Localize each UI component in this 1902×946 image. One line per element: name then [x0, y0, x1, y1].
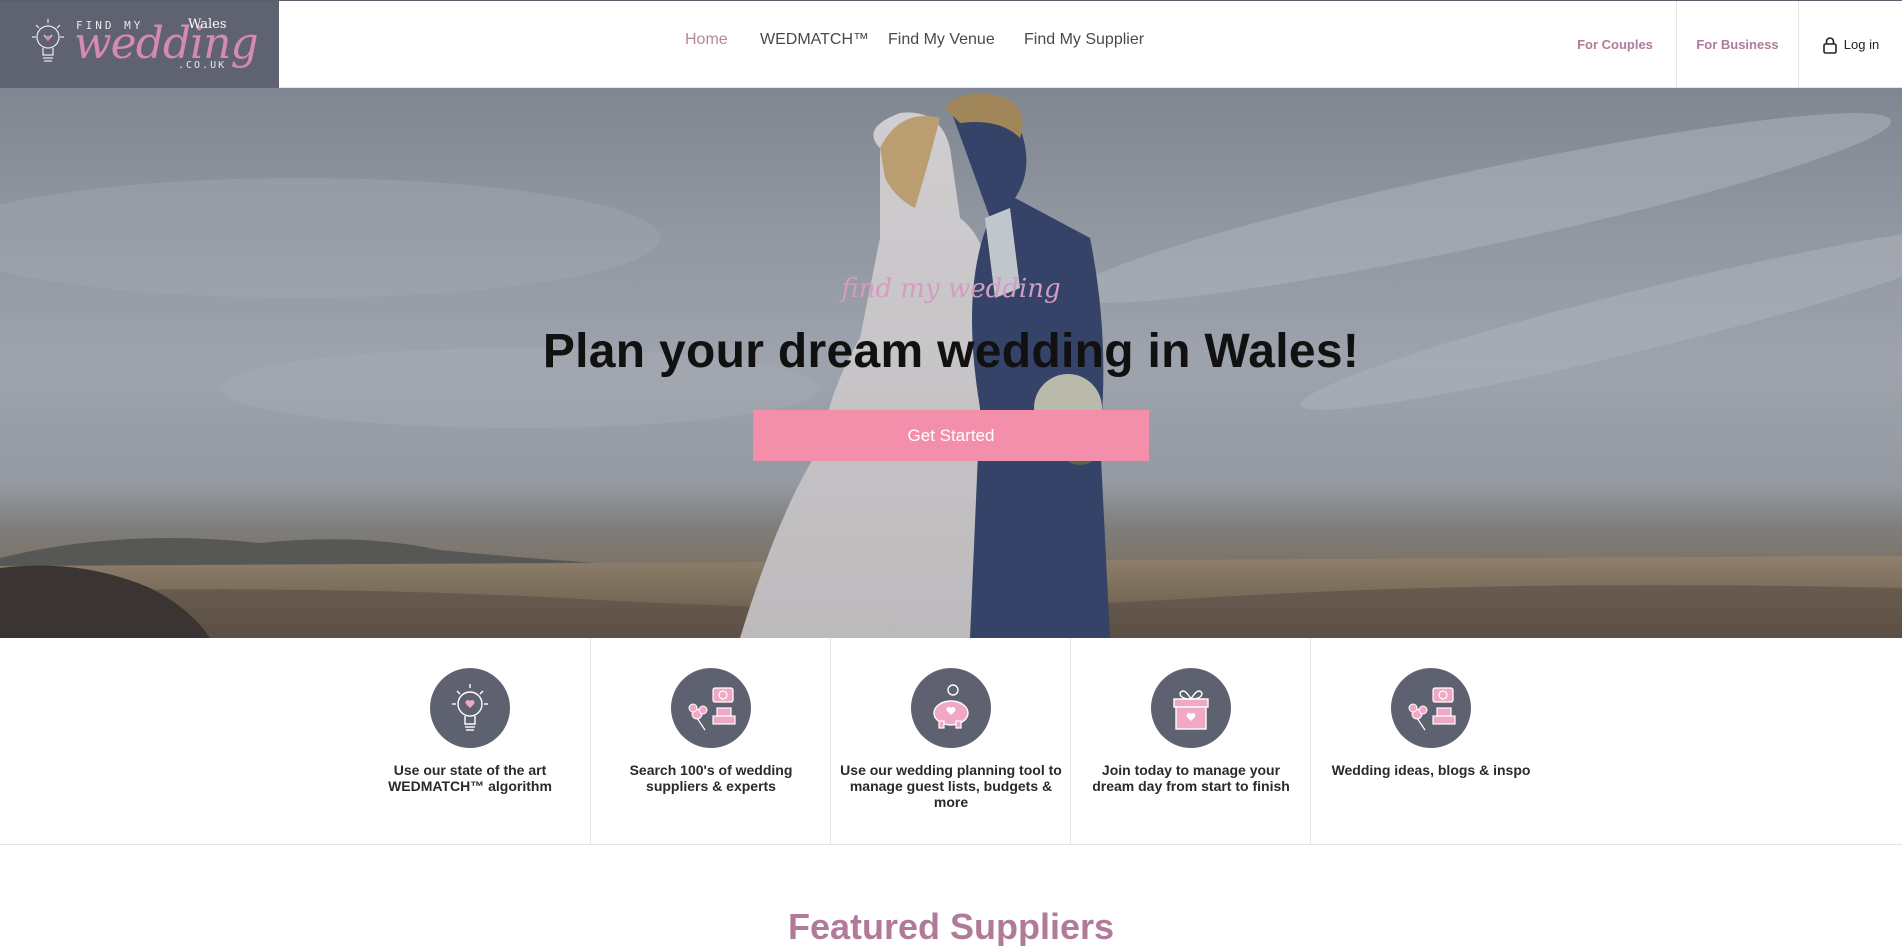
camera-cake-icon [1391, 668, 1471, 748]
site-header: FIND MY wedding Wales .CO.UK Home WEDMAT… [0, 0, 1902, 88]
gift-icon [1151, 668, 1231, 748]
hero-script-tagline: find my wedding [841, 274, 1061, 304]
login-button[interactable]: Log in [1798, 1, 1902, 88]
feature-item-wedmatch[interactable]: Use our state of the art WEDMATCH™ algor… [350, 638, 590, 844]
feature-text: Use our state of the art WEDMATCH™ algor… [388, 762, 552, 794]
feature-item-ideas[interactable]: Wedding ideas, blogs & inspo [1310, 638, 1550, 844]
account-nav: For Couples For Business Log in [1554, 1, 1902, 88]
get-started-button[interactable]: Get Started [753, 410, 1149, 461]
lightbulb-icon [430, 668, 510, 748]
featured-suppliers-heading: Featured Suppliers [787, 906, 1115, 946]
camera-cake-icon [671, 668, 751, 748]
feature-text: Join today to manage your dream day from… [1092, 762, 1290, 794]
nav-find-my-venue[interactable]: Find My Venue [888, 31, 995, 49]
feature-text: Search 100's of wedding suppliers & expe… [629, 762, 793, 794]
piggy-bank-icon [911, 668, 991, 748]
nav-find-my-supplier[interactable]: Find My Supplier [1024, 31, 1144, 49]
feature-item-join[interactable]: Join today to manage your dream day from… [1070, 638, 1310, 844]
nav-wedmatch[interactable]: WEDMATCH™ [760, 31, 869, 49]
for-business-link[interactable]: For Business [1676, 1, 1798, 88]
login-label: Log in [1843, 37, 1880, 52]
feature-item-planning-tool[interactable]: Use our wedding planning tool to manage … [830, 638, 1070, 844]
logo-wales-text: Wales [188, 17, 227, 32]
nav-home[interactable]: Home [685, 31, 728, 49]
hero-title: Plan your dream wedding in Wales! [542, 325, 1360, 378]
features-strip: Use our state of the art WEDMATCH™ algor… [0, 638, 1902, 845]
feature-item-suppliers[interactable]: Search 100's of wedding suppliers & expe… [590, 638, 830, 844]
hero-banner: find my wedding Plan your dream wedding … [0, 88, 1902, 638]
feature-text: Use our wedding planning tool to manage … [840, 762, 1062, 810]
for-couples-link[interactable]: For Couples [1554, 1, 1676, 88]
lock-icon [1822, 36, 1837, 54]
logo-couk-text: .CO.UK [178, 60, 227, 71]
feature-text: Wedding ideas, blogs & inspo [1331, 762, 1531, 778]
